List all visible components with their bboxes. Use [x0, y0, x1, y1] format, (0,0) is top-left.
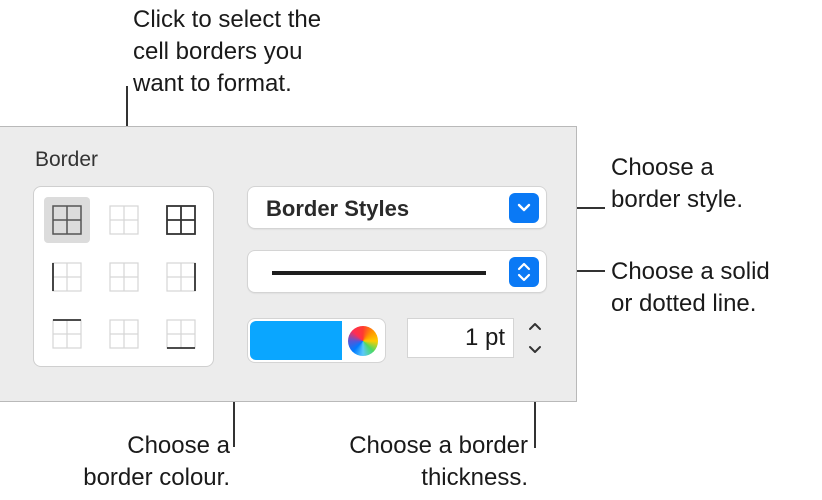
left-border-icon — [52, 262, 82, 292]
right-border-button[interactable] — [158, 254, 204, 300]
callout-border-style: Choose a border style. — [611, 152, 743, 216]
inner-horizontal-border-icon — [109, 319, 139, 349]
line-style-popup[interactable] — [247, 250, 547, 293]
stepper-up-icon[interactable] — [521, 315, 549, 337]
colour-swatch[interactable] — [250, 321, 342, 360]
left-border-button[interactable] — [44, 254, 90, 300]
inside-borders-button[interactable] — [101, 197, 147, 243]
callout-line: Choose a — [127, 432, 230, 459]
solid-line-sample — [272, 271, 486, 275]
callout-border-colour: Choose a border colour. — [40, 430, 230, 494]
callout-line: want to format. — [133, 70, 292, 97]
border-thickness-value: 1 pt — [464, 324, 505, 351]
callout-line: Click to select the — [133, 6, 322, 33]
all-borders-icon — [52, 205, 82, 235]
chevron-down-icon[interactable] — [509, 193, 539, 223]
callout-border-thickness: Choose a border thickness. — [300, 430, 528, 494]
all-borders-button[interactable] — [44, 197, 90, 243]
inner-horizontal-border-button[interactable] — [101, 311, 147, 357]
bottom-border-button[interactable] — [158, 311, 204, 357]
callout-line: border colour. — [83, 464, 230, 491]
border-colour-well[interactable] — [247, 318, 386, 363]
color-wheel-icon[interactable] — [348, 326, 378, 356]
top-border-button[interactable] — [44, 311, 90, 357]
callout-line: Choose a solid — [611, 258, 770, 285]
border-thickness-field[interactable]: 1 pt — [407, 318, 514, 358]
border-section-title: Border — [35, 148, 99, 171]
callout-line: cell borders you — [133, 38, 303, 65]
stepper-down-icon[interactable] — [521, 339, 549, 361]
callout-line: thickness. — [421, 464, 528, 491]
callout-line: border style. — [611, 186, 744, 213]
bottom-border-icon — [166, 319, 196, 349]
top-border-icon — [52, 319, 82, 349]
up-down-chevron-icon[interactable] — [509, 257, 539, 287]
border-selector-grid — [33, 186, 214, 367]
inside-borders-icon — [109, 205, 139, 235]
callout-line: Choose a border — [349, 432, 528, 459]
border-styles-label: Border Styles — [266, 196, 410, 221]
outside-borders-button[interactable] — [158, 197, 204, 243]
thickness-stepper[interactable] — [520, 315, 550, 361]
callout-select-borders: Click to select the cell borders you wan… — [133, 4, 321, 100]
border-styles-popup[interactable]: Border Styles — [247, 186, 547, 229]
callout-line: Choose a — [611, 154, 714, 181]
inner-vertical-border-icon — [109, 262, 139, 292]
inner-vertical-border-button[interactable] — [101, 254, 147, 300]
outside-borders-icon — [166, 205, 196, 235]
right-border-icon — [166, 262, 196, 292]
callout-line-type: Choose a solid or dotted line. — [611, 256, 770, 320]
callout-line: or dotted line. — [611, 290, 757, 317]
